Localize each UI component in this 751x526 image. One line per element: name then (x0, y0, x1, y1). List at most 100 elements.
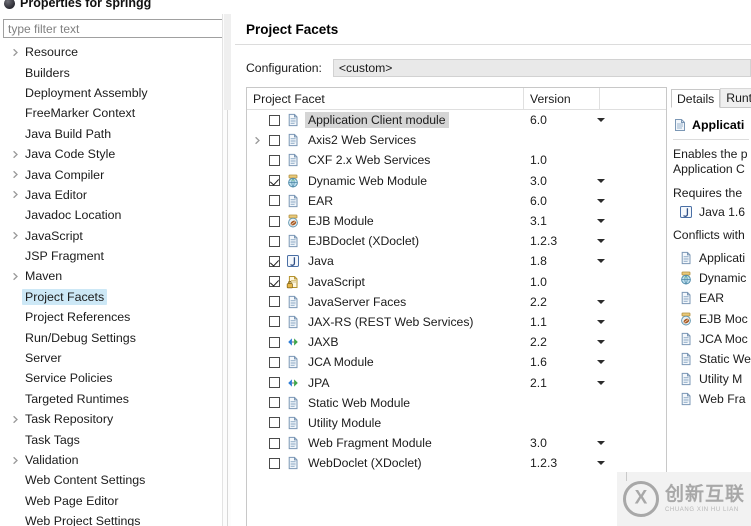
filter-input[interactable]: type filter text (3, 19, 223, 38)
version-dropdown-icon[interactable] (595, 110, 607, 130)
table-row[interactable]: WebDoclet (XDoclet)1.2.3 (247, 453, 666, 473)
scrollbar-thumb[interactable] (224, 14, 231, 110)
sidebar-item-web-page-editor[interactable]: Web Page Editor (0, 491, 222, 511)
table-row[interactable]: Web Fragment Module3.0 (247, 433, 666, 453)
sidebar-item-maven[interactable]: Maven (0, 266, 222, 286)
sidebar-item-java-editor[interactable]: Java Editor (0, 185, 222, 205)
version-dropdown-icon[interactable] (595, 352, 607, 372)
facet-checkbox[interactable] (269, 337, 280, 348)
facet-checkbox[interactable] (269, 316, 280, 327)
table-row[interactable]: JAX-RS (REST Web Services)1.1 (247, 312, 666, 332)
table-row[interactable]: Utility Module (247, 413, 666, 433)
table-row[interactable]: Static Web Module (247, 393, 666, 413)
facet-checkbox[interactable] (269, 256, 280, 267)
version-dropdown-icon[interactable] (595, 292, 607, 312)
table-row[interactable]: EAR6.0 (247, 191, 666, 211)
chevron-right-icon[interactable] (8, 190, 22, 199)
document-icon (286, 133, 300, 147)
column-header-facet[interactable]: Project Facet (247, 88, 523, 109)
table-row[interactable]: JCA Module1.6 (247, 352, 666, 372)
facet-checkbox[interactable] (269, 175, 280, 186)
facet-checkbox[interactable] (269, 115, 280, 126)
dialog-icon (4, 0, 15, 9)
chevron-right-icon[interactable] (8, 231, 22, 240)
facet-checkbox[interactable] (269, 357, 280, 368)
facet-checkbox[interactable] (269, 216, 280, 227)
version-dropdown-icon[interactable] (595, 433, 607, 453)
watermark-ring-icon (623, 481, 659, 517)
configuration-row: Configuration: <custom> (246, 58, 751, 77)
details-tabstrip[interactable]: DetailsRunt (671, 87, 751, 108)
ejb-bean-icon (286, 214, 300, 228)
sidebar-item-resource[interactable]: Resource (0, 42, 222, 62)
table-row[interactable]: EJB Module3.1 (247, 211, 666, 231)
sidebar-item-run-debug-settings[interactable]: Run/Debug Settings (0, 327, 222, 347)
chevron-right-icon[interactable] (8, 48, 22, 57)
table-row[interactable]: CXF 2.x Web Services1.0 (247, 150, 666, 170)
facet-checkbox[interactable] (269, 417, 280, 428)
settings-tree[interactable]: ResourceBuildersDeployment AssemblyFreeM… (0, 42, 222, 526)
version-dropdown-icon[interactable] (595, 231, 607, 251)
document-icon (286, 194, 300, 208)
version-dropdown-icon[interactable] (595, 251, 607, 271)
table-row[interactable]: JavaScript1.0 (247, 272, 666, 292)
version-dropdown-icon[interactable] (595, 453, 607, 473)
document-icon (286, 416, 300, 430)
table-row[interactable]: JPA2.1 (247, 372, 666, 392)
chevron-right-icon[interactable] (8, 150, 22, 159)
chevron-right-icon[interactable] (8, 415, 22, 424)
chevron-right-icon[interactable] (8, 456, 22, 465)
column-header-extra[interactable] (599, 88, 665, 109)
chevron-right-icon[interactable] (8, 272, 22, 281)
table-row[interactable]: Dynamic Web Module3.0 (247, 171, 666, 191)
table-row[interactable]: JAXB2.2 (247, 332, 666, 352)
table-row[interactable]: EJBDoclet (XDoclet)1.2.3 (247, 231, 666, 251)
sidebar-item-validation[interactable]: Validation (0, 450, 222, 470)
sidebar-item-freemarker-context[interactable]: FreeMarker Context (0, 103, 222, 123)
facet-checkbox[interactable] (269, 236, 280, 247)
version-dropdown-icon[interactable] (595, 372, 607, 392)
sidebar-item-service-policies[interactable]: Service Policies (0, 368, 222, 388)
table-row[interactable]: Application Client module6.0 (247, 110, 666, 130)
sidebar-item-task-tags[interactable]: Task Tags (0, 429, 222, 449)
sidebar-item-web-content-settings[interactable]: Web Content Settings (0, 470, 222, 490)
facet-checkbox[interactable] (269, 458, 280, 469)
table-row[interactable]: Axis2 Web Services (247, 130, 666, 150)
sidebar-item-jsp-fragment[interactable]: JSP Fragment (0, 246, 222, 266)
version-dropdown-icon[interactable] (595, 312, 607, 332)
column-header-version[interactable]: Version (523, 88, 599, 109)
sidebar-item-java-build-path[interactable]: Java Build Path (0, 124, 222, 144)
facet-checkbox[interactable] (269, 438, 280, 449)
facet-checkbox[interactable] (269, 377, 280, 388)
sidebar-item-deployment-assembly[interactable]: Deployment Assembly (0, 83, 222, 103)
facet-checkbox[interactable] (269, 397, 280, 408)
sidebar-item-java-compiler[interactable]: Java Compiler (0, 164, 222, 184)
version-dropdown-icon[interactable] (595, 332, 607, 352)
chevron-right-icon[interactable] (8, 170, 22, 179)
sidebar-item-targeted-runtimes[interactable]: Targeted Runtimes (0, 389, 222, 409)
tab-details[interactable]: Details (671, 89, 720, 108)
sidebar-item-label: Web Content Settings (22, 472, 148, 488)
table-row[interactable]: Java1.8 (247, 251, 666, 271)
sidebar-item-task-repository[interactable]: Task Repository (0, 409, 222, 429)
sidebar-item-server[interactable]: Server (0, 348, 222, 368)
sidebar-item-builders[interactable]: Builders (0, 62, 222, 82)
facet-checkbox[interactable] (269, 195, 280, 206)
configuration-select[interactable]: <custom> (333, 59, 751, 77)
sidebar-item-project-facets[interactable]: Project Facets (0, 287, 222, 307)
sidebar-item-web-project-settings[interactable]: Web Project Settings (0, 511, 222, 526)
facet-checkbox[interactable] (269, 296, 280, 307)
facet-checkbox[interactable] (269, 155, 280, 166)
table-row[interactable]: JavaServer Faces2.2 (247, 292, 666, 312)
version-dropdown-icon[interactable] (595, 191, 607, 211)
sidebar-item-java-code-style[interactable]: Java Code Style (0, 144, 222, 164)
version-dropdown-icon[interactable] (595, 171, 607, 191)
sidebar-item-javascript[interactable]: JavaScript (0, 226, 222, 246)
facet-checkbox[interactable] (269, 135, 280, 146)
version-dropdown-icon[interactable] (595, 211, 607, 231)
tab-runt[interactable]: Runt (720, 88, 751, 107)
sidebar-item-project-references[interactable]: Project References (0, 307, 222, 327)
chevron-right-icon[interactable] (251, 130, 263, 150)
sidebar-item-javadoc-location[interactable]: Javadoc Location (0, 205, 222, 225)
facet-checkbox[interactable] (269, 276, 280, 287)
